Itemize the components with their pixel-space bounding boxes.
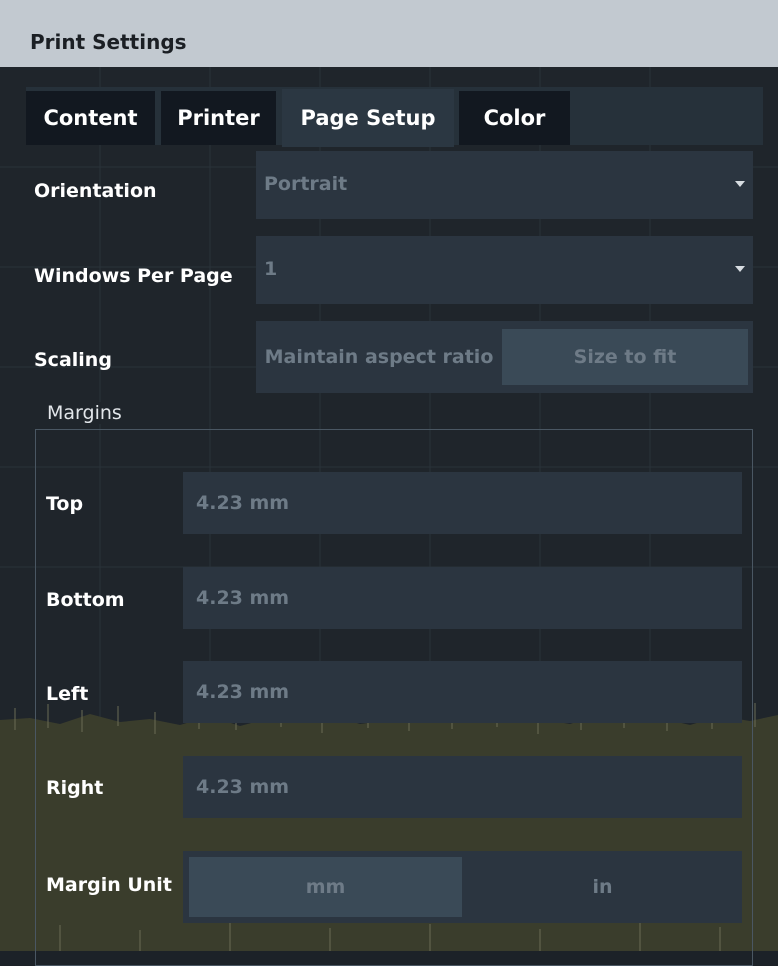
margin-unit-toggle[interactable]: mm in [183, 851, 742, 923]
tab-printer[interactable]: Printer [161, 91, 276, 145]
margin-right-label: Right [46, 777, 104, 799]
margin-top-input[interactable]: 4.23 mm [183, 472, 742, 534]
scaling-label: Scaling [34, 349, 112, 371]
window-titlebar: Print Settings [0, 0, 778, 67]
chevron-down-icon [735, 181, 745, 187]
margin-left-value: 4.23 mm [196, 681, 290, 703]
margin-top-value: 4.23 mm [196, 492, 290, 514]
margin-bottom-input[interactable]: 4.23 mm [183, 567, 742, 629]
windows-per-page-value: 1 [264, 258, 278, 280]
tab-color[interactable]: Color [459, 91, 570, 145]
orientation-label: Orientation [34, 180, 157, 202]
orientation-dropdown[interactable]: Portrait [256, 151, 753, 219]
margin-right-value: 4.23 mm [196, 776, 290, 798]
margins-legend: Margins [43, 402, 126, 424]
margin-top-label: Top [46, 493, 84, 515]
margin-bottom-value: 4.23 mm [196, 587, 290, 609]
tab-page-setup[interactable]: Page Setup [282, 89, 454, 147]
window-title: Print Settings [30, 30, 187, 54]
margin-unit-option-mm[interactable]: mm [189, 857, 462, 917]
margin-bottom-label: Bottom [46, 589, 125, 611]
margin-unit-option-in[interactable]: in [463, 851, 742, 923]
scaling-option-maintain-aspect-ratio[interactable]: Maintain aspect ratio [256, 321, 502, 393]
orientation-value: Portrait [264, 173, 348, 195]
scaling-option-size-to-fit[interactable]: Size to fit [502, 329, 748, 385]
margin-right-input[interactable]: 4.23 mm [183, 756, 742, 818]
windows-per-page-label: Windows Per Page [34, 265, 233, 287]
windows-per-page-dropdown[interactable]: 1 [256, 236, 753, 304]
page-setup-panel: Content Printer Page Setup Color Orienta… [10, 67, 778, 966]
scaling-toggle[interactable]: Maintain aspect ratio Size to fit [256, 321, 753, 393]
tab-bar: Content Printer Page Setup Color [26, 87, 763, 147]
tab-content[interactable]: Content [26, 91, 155, 145]
margin-left-label: Left [46, 683, 89, 705]
margin-unit-label: Margin Unit [46, 874, 172, 896]
chevron-down-icon [735, 266, 745, 272]
margin-left-input[interactable]: 4.23 mm [183, 661, 742, 723]
